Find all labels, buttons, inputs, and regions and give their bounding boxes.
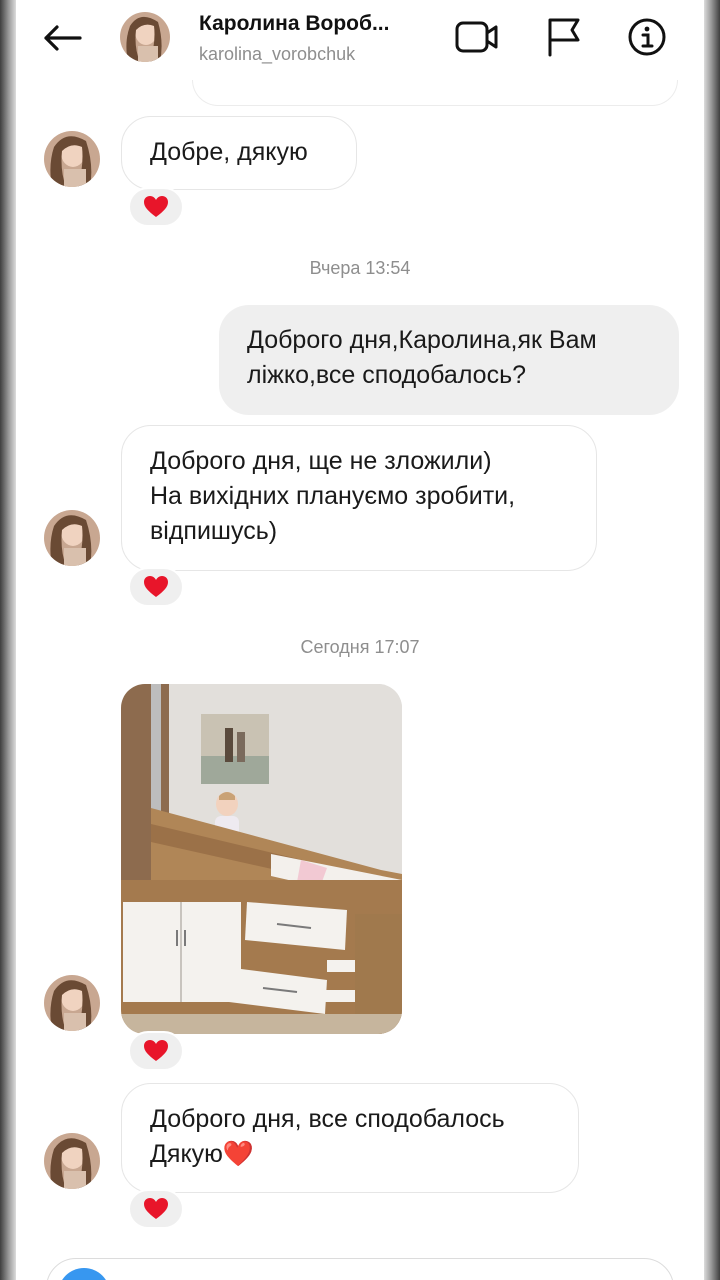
- sender-avatar[interactable]: [44, 510, 100, 566]
- heart-reaction[interactable]: [128, 1189, 184, 1229]
- bed-photo: [121, 684, 402, 1034]
- heart-reaction[interactable]: [128, 567, 184, 607]
- message-line: Доброго дня,Каролина,як Вам: [247, 326, 597, 354]
- report-button[interactable]: [540, 14, 586, 60]
- incoming-message-bubble[interactable]: Добре, дякую: [121, 116, 357, 190]
- heart-icon: [144, 1198, 168, 1219]
- heart-icon: [144, 196, 168, 217]
- heart-reaction[interactable]: [128, 1031, 184, 1071]
- info-icon: [628, 18, 666, 56]
- chat-title[interactable]: Каролина Вороб...: [199, 12, 389, 36]
- sender-avatar[interactable]: [44, 975, 100, 1031]
- message-line: Доброго дня, ще не зложили): [150, 447, 492, 475]
- incoming-message-bubble[interactable]: Доброго дня, все сподобалось Дякую❤️: [121, 1083, 579, 1193]
- video-call-button[interactable]: [454, 14, 500, 60]
- photo-message[interactable]: [121, 684, 402, 1034]
- heart-icon: [144, 576, 168, 597]
- back-button[interactable]: [38, 18, 86, 58]
- sender-avatar[interactable]: [44, 1133, 100, 1189]
- header-avatar[interactable]: [120, 12, 170, 62]
- timestamp-divider: Сегодня 17:07: [300, 637, 420, 657]
- message-composer[interactable]: [46, 1258, 674, 1280]
- chat-header: Каролина Вороб... karolina_vorobchuk: [16, 0, 704, 80]
- message-text: Добре, дякую: [150, 138, 308, 166]
- message-line: На вихідних плануємо зробити,: [150, 482, 516, 510]
- chat-screen: Каролина Вороб... karolina_vorobchuk Доб…: [16, 0, 704, 1280]
- arrow-left-icon: [44, 25, 82, 51]
- heart-icon: [144, 1040, 168, 1061]
- message-line: відпишусь): [150, 517, 278, 545]
- video-camera-icon: [455, 21, 498, 53]
- outgoing-message-bubble[interactable]: Доброго дня,Каролина,як Вам ліжко,все сп…: [219, 305, 679, 415]
- timestamp-divider: Вчера 13:54: [309, 258, 411, 278]
- incoming-message-bubble[interactable]: Доброго дня, ще не зложили) На вихідних …: [121, 425, 597, 571]
- sender-avatar[interactable]: [44, 131, 100, 187]
- chat-username[interactable]: karolina_vorobchuk: [199, 44, 355, 65]
- message-line: Дякую❤️: [150, 1140, 255, 1168]
- info-button[interactable]: [624, 14, 670, 60]
- message-line: ліжко,все сподобалось?: [247, 361, 527, 389]
- left-edge-shadow: [0, 0, 16, 1280]
- heart-reaction[interactable]: [128, 187, 184, 227]
- message-line: Доброго дня, все сподобалось: [150, 1105, 505, 1133]
- right-edge-shadow: [704, 0, 720, 1280]
- flag-icon: [548, 18, 580, 57]
